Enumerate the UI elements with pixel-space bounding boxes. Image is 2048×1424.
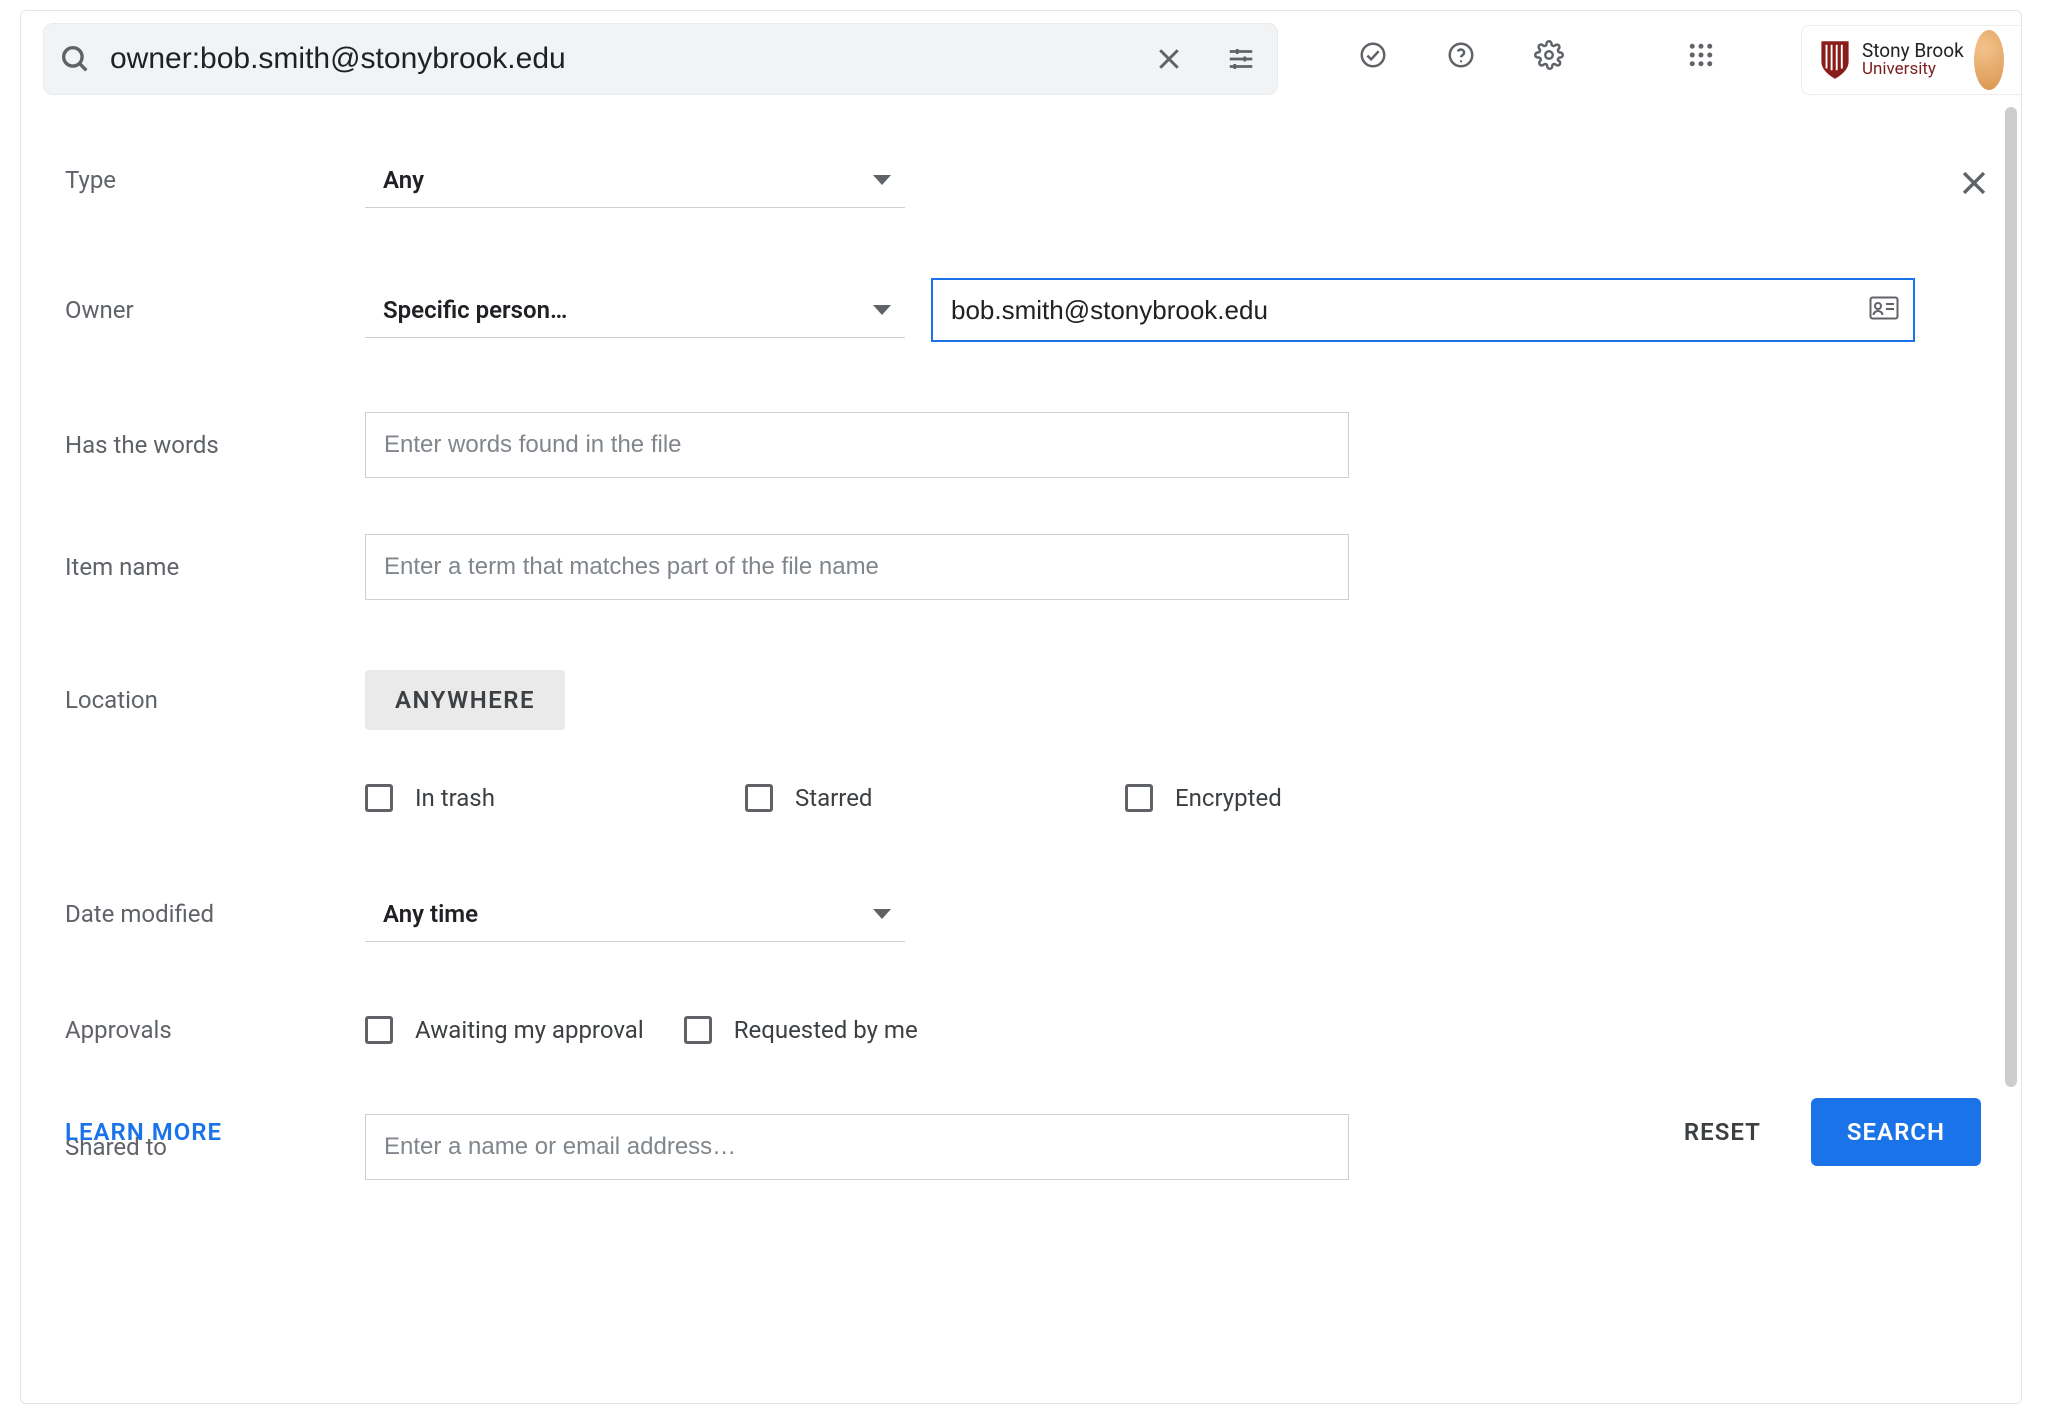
in-trash-label: In trash	[415, 784, 495, 812]
location-flags: In trash Starred Encrypted	[365, 784, 2011, 812]
has-words-label: Has the words	[65, 431, 365, 459]
apps-grid-icon	[1686, 40, 1716, 70]
awaiting-approval-label: Awaiting my approval	[415, 1016, 644, 1044]
owner-email-field[interactable]	[951, 295, 1853, 326]
checkbox-icon	[1125, 784, 1153, 812]
has-words-field[interactable]	[365, 412, 1349, 478]
requested-by-me-label: Requested by me	[734, 1016, 918, 1044]
location-chip[interactable]: ANYWHERE	[365, 670, 565, 730]
contacts-button[interactable]	[1869, 296, 1899, 324]
owner-label: Owner	[65, 296, 365, 324]
apps-button[interactable]	[1679, 33, 1723, 77]
contact-card-icon	[1869, 296, 1899, 320]
chevron-down-icon	[873, 909, 891, 919]
search-button[interactable]: SEARCH	[1811, 1098, 1981, 1166]
item-name-label: Item name	[65, 553, 365, 581]
close-panel-button[interactable]	[1957, 166, 1991, 204]
requested-by-me-checkbox[interactable]: Requested by me	[684, 1016, 918, 1044]
owner-dropdown-value: Specific person…	[383, 296, 567, 324]
search-input[interactable]	[110, 42, 1131, 76]
help-button[interactable]	[1439, 33, 1483, 77]
owner-dropdown[interactable]: Specific person…	[365, 282, 905, 338]
account-avatar[interactable]	[1974, 30, 2004, 90]
type-label: Type	[65, 166, 365, 194]
chevron-down-icon	[873, 305, 891, 315]
brand-logo-icon	[1818, 39, 1852, 81]
search-box[interactable]	[43, 23, 1278, 95]
encrypted-checkbox[interactable]: Encrypted	[1125, 784, 1435, 812]
search-icon	[58, 42, 92, 76]
brand-title: Stony Brook	[1862, 41, 1964, 60]
search-options-button[interactable]	[1219, 37, 1263, 81]
advanced-search-panel: Type Any Owner Specific person…	[21, 106, 2021, 1190]
starred-label: Starred	[795, 784, 872, 812]
header-icons	[1351, 33, 1723, 77]
scrollbar-thumb[interactable]	[2005, 107, 2017, 1087]
offline-ready-button[interactable]	[1351, 33, 1395, 77]
in-trash-checkbox[interactable]: In trash	[365, 784, 675, 812]
settings-button[interactable]	[1527, 33, 1571, 77]
learn-more-link[interactable]: LEARN MORE	[65, 1118, 222, 1146]
encrypted-label: Encrypted	[1175, 784, 1282, 812]
clear-search-button[interactable]	[1147, 37, 1191, 81]
sliders-icon	[1226, 44, 1256, 74]
type-dropdown-value: Any	[383, 166, 424, 194]
date-modified-dropdown-value: Any time	[383, 900, 478, 928]
date-modified-dropdown[interactable]: Any time	[365, 886, 905, 942]
checkbox-icon	[365, 1016, 393, 1044]
owner-email-field-wrapper	[931, 278, 1915, 342]
date-modified-label: Date modified	[65, 900, 365, 928]
chevron-down-icon	[873, 175, 891, 185]
checkbox-icon	[745, 784, 773, 812]
brand-subtitle: University	[1862, 60, 1964, 79]
awaiting-approval-checkbox[interactable]: Awaiting my approval	[365, 1016, 644, 1044]
type-dropdown[interactable]: Any	[365, 152, 905, 208]
starred-checkbox[interactable]: Starred	[745, 784, 1055, 812]
gear-icon	[1534, 40, 1564, 70]
approvals-label: Approvals	[65, 1016, 365, 1044]
item-name-field[interactable]	[365, 534, 1349, 600]
reset-button[interactable]: RESET	[1664, 1104, 1781, 1160]
close-icon	[1154, 44, 1184, 74]
check-circle-icon	[1358, 40, 1388, 70]
location-label: Location	[65, 686, 365, 714]
scrollbar[interactable]	[2005, 107, 2017, 1383]
close-icon	[1957, 166, 1991, 200]
top-bar: Stony Brook University	[21, 11, 2021, 106]
checkbox-icon	[365, 784, 393, 812]
brand-badge: Stony Brook University	[1801, 25, 2021, 95]
help-icon	[1446, 40, 1476, 70]
checkbox-icon	[684, 1016, 712, 1044]
